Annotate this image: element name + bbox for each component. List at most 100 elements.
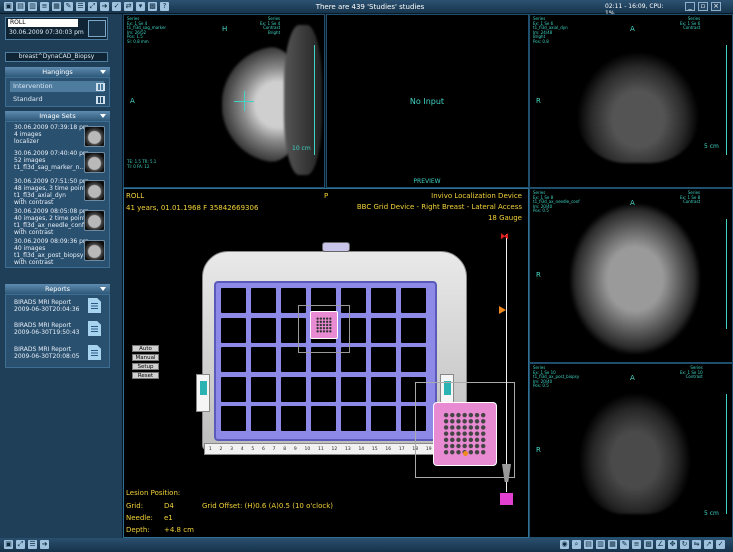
grid-cell[interactable] [251, 406, 276, 431]
image-set-item[interactable]: 30.06.2009 07:39:18 pm 4 images localizer [14, 124, 89, 145]
grid-cell[interactable] [251, 376, 276, 402]
document-icon[interactable] [88, 298, 101, 313]
folder-icon[interactable]: ▥ [28, 2, 37, 11]
viewport-sagittal[interactable]: Series Ex: 1 Se 4 t1_fl3d_sag_marker Im:… [123, 14, 325, 188]
grid-cell[interactable] [371, 347, 396, 372]
layout-icon[interactable]: ▤ [16, 2, 25, 11]
grid-cell[interactable] [401, 317, 426, 343]
expand-icon[interactable]: ⤢ [16, 540, 25, 549]
reports-header[interactable]: Reports [5, 284, 110, 294]
hanging-item-standard[interactable]: Standard [10, 94, 104, 105]
grid-cell[interactable] [371, 317, 396, 343]
arrow-icon[interactable]: ↗ [704, 540, 713, 549]
image-icon[interactable]: ▦ [52, 2, 61, 11]
grid-cell[interactable] [371, 288, 396, 313]
grid-cell[interactable] [221, 288, 246, 313]
auto-button[interactable]: Auto [132, 345, 159, 352]
flip-icon[interactable]: ⇋ [692, 540, 701, 549]
measure-icon[interactable]: ∠ [656, 540, 665, 549]
study-name[interactable]: ROLL [8, 19, 78, 27]
image-set-thumbnail[interactable] [84, 152, 105, 173]
grid-cell[interactable] [221, 317, 246, 343]
minimize-button[interactable]: _ [685, 2, 695, 11]
list-icon[interactable]: ☰ [28, 540, 37, 549]
grid-cell[interactable] [281, 406, 306, 431]
report-item[interactable]: BIRADS MRI Report 2009-06-30T19:50:43 [14, 322, 79, 336]
sliders-icon[interactable]: ≡ [40, 2, 49, 11]
stack-icon[interactable]: ≡ [632, 540, 641, 549]
reset-button[interactable]: Reset [132, 372, 159, 379]
grid-cell[interactable] [401, 347, 426, 372]
viewport-axial-mid[interactable]: Series Ex: 1 Se 8 t1_fl3d_ax_needle_conf… [529, 188, 733, 363]
needle-depth-stop-icon[interactable]: ⧓ [500, 233, 512, 242]
image-set-item[interactable]: 30.06.2009 08:05:08 pm 40 images, 2 time … [14, 208, 89, 236]
hangings-header[interactable]: Hangings [5, 67, 110, 77]
transfer-icon[interactable]: ⇄ [124, 2, 133, 11]
pan-icon[interactable]: ✥ [668, 540, 677, 549]
close-button[interactable]: × [711, 2, 721, 11]
annotate-icon[interactable]: ✓ [716, 540, 725, 549]
grid-cell[interactable] [251, 288, 276, 313]
edit-icon[interactable]: ✎ [620, 540, 629, 549]
grid-cell[interactable] [221, 406, 246, 431]
localization-view[interactable]: ROLL 41 years, 01.01.1968 F 35842669306 … [123, 188, 529, 538]
report-item[interactable]: BIRADS MRI Report 2009-06-30T20:08:05 [14, 346, 79, 360]
document-icon[interactable] [88, 321, 101, 336]
image-set-thumbnail[interactable] [84, 180, 105, 201]
grid-cell[interactable] [371, 406, 396, 431]
manual-button[interactable]: Manual [132, 354, 159, 361]
grid-cell[interactable] [401, 288, 426, 313]
rotate-icon[interactable]: ↻ [680, 540, 689, 549]
grid-cell[interactable] [221, 376, 246, 402]
image-set-thumbnail[interactable] [84, 240, 105, 261]
viewport-preview[interactable]: No Input PREVIEW [326, 14, 529, 188]
camera-icon[interactable]: ◉ [560, 540, 569, 549]
hanging-item-intervention[interactable]: Intervention [10, 81, 104, 92]
layout-grid-icon[interactable] [96, 83, 105, 91]
help-icon[interactable]: ? [160, 2, 169, 11]
orientation-r: R [536, 271, 541, 279]
grid-cell[interactable] [371, 376, 396, 402]
image-sets-header[interactable]: Image Sets [5, 111, 110, 121]
zoom-icon[interactable]: ⌕ [572, 540, 581, 549]
grid-icon[interactable]: ▩ [644, 540, 653, 549]
grid-cell[interactable] [221, 347, 246, 372]
export-icon[interactable]: ➜ [40, 540, 49, 549]
depth-pointer-icon[interactable] [499, 306, 510, 314]
edit-icon[interactable]: ✎ [64, 2, 73, 11]
setup-button[interactable]: Setup [132, 363, 159, 370]
viewport-axial-bottom[interactable]: Series Ex: 1 Se 10 t1_fl3d_ax_post_biops… [529, 363, 733, 538]
check-icon[interactable]: ✓ [112, 2, 121, 11]
save-icon[interactable]: ▾ [136, 2, 145, 11]
image-set-thumbnail[interactable] [84, 126, 105, 147]
grid-cell[interactable] [341, 406, 366, 431]
image-set-thumbnail[interactable] [84, 210, 105, 231]
image-set-item[interactable]: 30.06.2009 07:40:40 pm 52 images t1_fl3d_s… [14, 150, 89, 171]
study-selector[interactable]: ROLL 30.06.2009 07:30:03 pm [5, 17, 108, 40]
grid-icon[interactable]: ▩ [148, 2, 157, 11]
print-icon[interactable]: ▥ [596, 540, 605, 549]
image-annotation: Series Ex: 1 Se 6 t1_fl3d_axial_dyn Im: … [533, 16, 568, 44]
image-set-item[interactable]: 30.06.2009 07:51:50 pm 48 images, 3 time … [14, 178, 89, 206]
list-icon[interactable]: ☰ [76, 2, 85, 11]
grid-cell[interactable] [311, 376, 336, 402]
expand-icon[interactable]: ⤢ [88, 2, 97, 11]
report-item[interactable]: BIRADS MRI Report 2009-06-30T20:04:36 [14, 299, 79, 313]
grid-cell[interactable] [281, 376, 306, 402]
export-icon[interactable]: ➜ [100, 2, 109, 11]
study-thumb-icon[interactable] [88, 20, 106, 37]
grid-cell[interactable] [311, 406, 336, 431]
window-icon[interactable]: ▣ [4, 2, 13, 11]
zoomed-needle-block[interactable] [433, 402, 497, 466]
grid-cell[interactable] [251, 317, 276, 343]
document-icon[interactable] [88, 345, 101, 360]
layout-grid-icon[interactable] [96, 96, 105, 104]
viewport-axial-top[interactable]: Series Ex: 1 Se 6 t1_fl3d_axial_dyn Im: … [529, 14, 733, 188]
restore-button[interactable]: ▫ [698, 2, 708, 11]
image-set-item[interactable]: 30.06.2009 08:09:36 pm 40 images t1_fl3d_a… [14, 238, 89, 266]
layout-icon[interactable]: ▤ [584, 540, 593, 549]
grid-cell[interactable] [341, 376, 366, 402]
window-icon[interactable]: ▣ [4, 540, 13, 549]
image-icon[interactable]: ▦ [608, 540, 617, 549]
grid-cell[interactable] [251, 347, 276, 372]
